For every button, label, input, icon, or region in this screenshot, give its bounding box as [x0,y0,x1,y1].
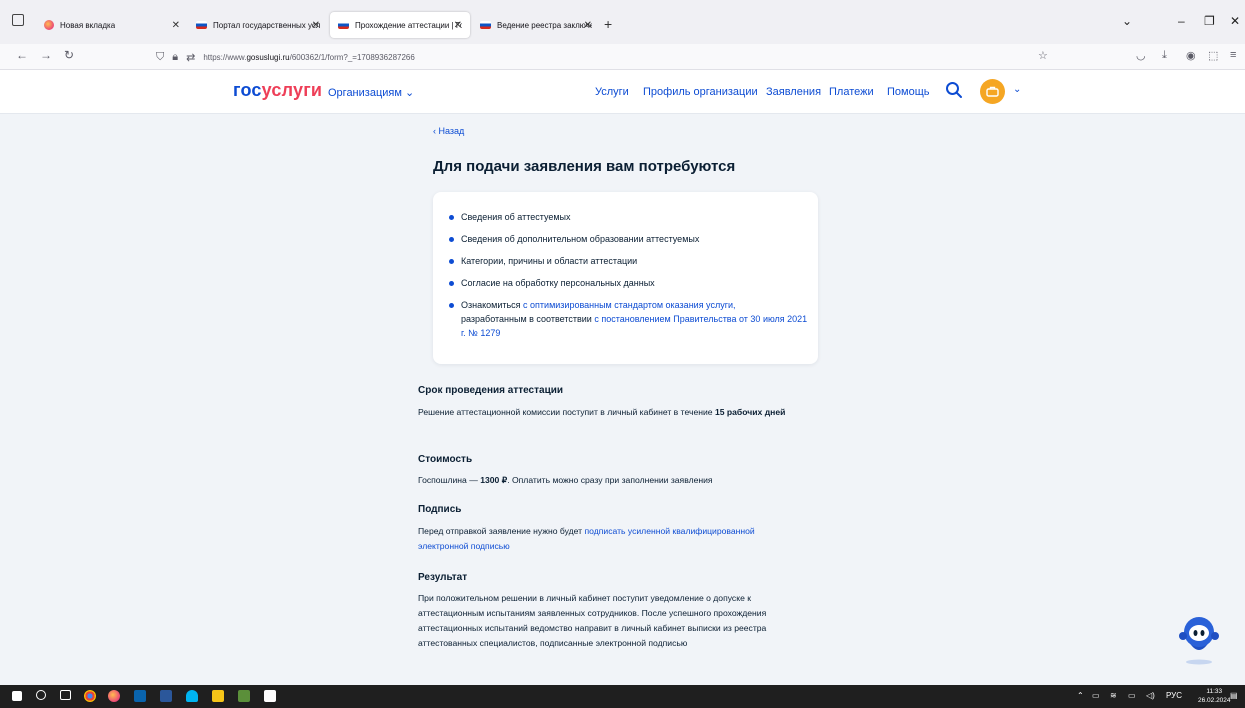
cost-heading: Стоимость [418,454,473,465]
nav-payments[interactable]: Платежи [829,86,874,98]
result-heading: Результат [418,572,468,583]
signature-text: Перед отправкой заявление нужно будет по… [418,526,755,551]
tab-label: Прохождение аттестации | Гос [355,20,462,30]
service-standard-link[interactable]: с оптимизированным стандартом оказания у… [523,300,735,310]
firefox-icon[interactable] [108,690,120,702]
close-tab-icon[interactable]: ✕ [454,20,462,31]
chevron-down-icon[interactable]: ⌄ [1013,84,1021,95]
outlook-icon[interactable] [134,690,146,702]
notifications-icon[interactable]: ▤ [1230,691,1238,700]
gosuslugi-logo[interactable]: госуслуги [233,80,322,101]
browser-tab-active[interactable]: Прохождение аттестации | Гос ✕ [330,12,470,38]
windows-start-icon[interactable] [12,691,22,701]
account-icon[interactable]: ◉ [1186,49,1196,62]
forward-arrow-icon[interactable]: → [40,48,52,62]
list-item: Ознакомиться с оптимизированным стандарт… [449,298,809,340]
display-icon[interactable]: ▭ [1128,691,1136,700]
nav-help[interactable]: Помощь [887,86,930,98]
pocket-icon[interactable]: ◡ [1136,49,1146,62]
volume-icon[interactable]: ◁) [1146,691,1155,700]
term-heading: Срок проведения аттестации [418,385,564,396]
list-item: Сведения об дополнительном образовании а… [449,232,809,246]
browser-tab-strip: Новая вкладка ✕ Портал государственных у… [0,0,1245,44]
calculator-icon[interactable] [264,690,276,702]
firefox-icon [44,20,54,30]
browser-tab[interactable]: Портал государственных услуг ✕ [188,12,328,38]
list-item: Категории, причины и области аттестации [449,254,809,268]
requirements-list: Сведения об аттестуемых Сведения об допо… [449,210,809,348]
requirements-card: Сведения об аттестуемых Сведения об допо… [433,192,818,364]
file-explorer-icon[interactable] [212,690,224,702]
downloads-icon[interactable]: ⤓ [1162,49,1167,62]
new-tab-icon[interactable]: + [604,16,612,32]
chevron-down-icon: ⌄ [404,87,415,99]
briefcase-icon [986,86,999,97]
clock[interactable]: 11:33 26.02.2024 [1198,687,1231,705]
task-view-icon[interactable] [60,690,71,700]
tab-list-icon[interactable] [12,14,24,26]
browser-tab[interactable]: Ведение реестра заключений ✕ [472,12,600,38]
list-item: Сведения об аттестуемых [449,210,809,224]
word-icon[interactable] [160,690,172,702]
term-text: Решение аттестационной комиссии поступит… [418,407,786,417]
windows-taskbar: ⌃ ▭ ≋ ▭ ◁) РУС 11:33 26.02.2024 ▤ [0,685,1245,708]
gosuslugi-flag-icon [480,21,491,29]
telegram-icon[interactable] [186,690,198,702]
permissions-icon[interactable]: ⇄ [186,51,195,64]
reload-icon[interactable]: ↻ [64,48,74,62]
url-path: /600362/1/form?_=1708936287266 [289,52,415,62]
close-tab-icon[interactable]: ✕ [312,20,320,31]
cost-text: Госпошлина — 1300 ₽. Оплатить можно сраз… [418,475,713,485]
browser-tab[interactable]: Новая вкладка ✕ [36,12,188,38]
bookmark-star-icon[interactable]: ☆ [1038,49,1048,62]
signature-heading: Подпись [418,504,462,515]
main-content: ‹ Назад Для подачи заявления вам потребу… [0,115,1245,685]
organization-avatar[interactable] [980,79,1005,104]
list-item: Согласие на обработку персональных данны… [449,276,809,290]
gosuslugi-flag-icon [196,21,207,29]
chrome-icon[interactable] [84,690,96,702]
show-hidden-icons-icon[interactable]: ⌃ [1077,691,1084,700]
nav-applications[interactable]: Заявления [766,86,821,98]
back-link[interactable]: ‹ Назад [433,126,464,136]
close-window-icon[interactable]: ✕ [1230,14,1240,28]
page-title: Для подачи заявления вам потребуются [433,158,736,175]
language-indicator[interactable]: РУС [1166,691,1182,700]
list-all-tabs-icon[interactable]: ⌄ [1122,14,1132,28]
close-tab-icon[interactable]: ✕ [172,20,180,31]
wifi-icon[interactable]: ≋ [1110,691,1117,700]
assistant-robot-icon[interactable] [1175,612,1223,666]
url-prefix: https://www. [203,52,247,62]
address-bar[interactable]: ⛉ 🔒︎ ⇄ https://www. gosuslugi.ru/600362/1… [156,46,1056,68]
nav-services[interactable]: Услуги [595,86,629,98]
tab-label: Портал государственных услуг [213,20,320,30]
browser-toolbar: ← → ↻ ⛉ 🔒︎ ⇄ https://www. gosuslugi.ru/60… [0,44,1245,70]
search-icon[interactable] [36,690,46,700]
tab-label: Новая вкладка [60,20,116,30]
minimize-icon[interactable]: – [1178,14,1185,28]
url-domain: gosuslugi.ru [246,52,290,62]
menu-icon[interactable]: ≡ [1230,49,1236,61]
site-header: госуслуги Организациям ⌄ Услуги Профиль … [0,70,1245,114]
chevron-left-icon: ‹ [433,126,436,136]
app-icon[interactable] [238,690,250,702]
search-icon[interactable] [944,80,964,100]
organizations-menu[interactable]: Организациям ⌄ [328,86,414,99]
maximize-icon[interactable]: ❐ [1204,14,1215,28]
lock-icon[interactable]: 🔒︎ [172,51,178,64]
close-tab-icon[interactable]: ✕ [584,20,592,31]
network-icon[interactable]: ▭ [1092,691,1100,700]
shield-icon[interactable]: ⛉ [156,51,164,64]
gosuslugi-flag-icon [338,21,349,29]
nav-org-profile[interactable]: Профиль организации [643,86,758,98]
tab-label: Ведение реестра заключений [497,20,592,30]
result-text: При положительном решении в личный кабин… [418,593,767,648]
back-arrow-icon[interactable]: ← [16,48,28,62]
extensions-icon[interactable]: ⬚ [1208,49,1218,62]
